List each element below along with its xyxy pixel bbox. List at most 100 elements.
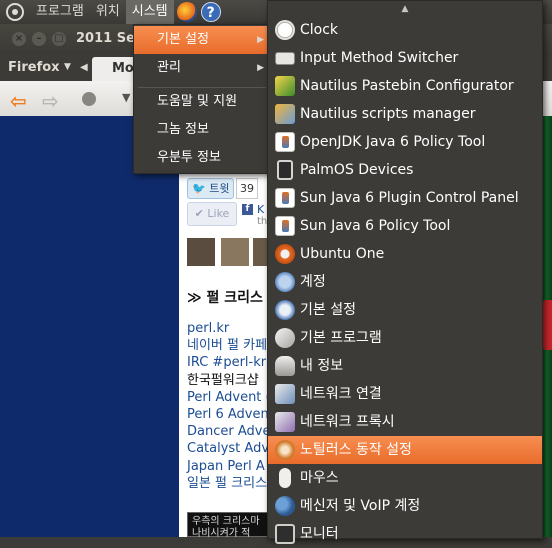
like-button[interactable]: ✔ Like: [187, 202, 237, 226]
avatar[interactable]: [187, 238, 215, 266]
note-box: 우측의 크리스마 나비시켜가 적: [187, 512, 269, 539]
submenu-item-input-method[interactable]: Input Method Switcher: [268, 44, 542, 72]
submenu-item-label: PalmOS Devices: [300, 162, 414, 178]
submenu-item-ubuntu-one[interactable]: Ubuntu One: [268, 240, 542, 268]
ubuntu-logo-icon[interactable]: [6, 3, 24, 21]
menu-item-about-ubuntu[interactable]: 우분투 정보: [134, 144, 270, 172]
network-connections-icon: [275, 384, 295, 404]
panel-menu-applications[interactable]: 프로그램: [30, 0, 90, 24]
tab-scroll-left-icon[interactable]: ◀: [76, 58, 92, 77]
submenu-item-nautilus-actions[interactable]: 노틸러스 동작 설정: [268, 436, 542, 464]
submenu-item-preferences[interactable]: 기본 설정: [268, 296, 542, 324]
submenu-item-mouse[interactable]: 마우스: [268, 464, 542, 492]
menu-item-administration[interactable]: 관리 ▶: [134, 54, 270, 82]
facebook-name-fragment[interactable]: K: [257, 203, 264, 216]
submenu-item-label: Clock: [300, 22, 339, 38]
submenu-item-label: 계정: [300, 274, 326, 290]
nautilus-actions-icon: [275, 440, 295, 460]
avatar[interactable]: [221, 238, 249, 266]
submenu-item-messenger-voip[interactable]: 메신저 및 VoIP 계정: [268, 492, 542, 520]
firefox-app-menu[interactable]: Firefox: [4, 58, 64, 77]
java-icon: [275, 132, 295, 152]
list-item[interactable]: Catalyst Adv: [187, 440, 271, 457]
submenu-item-label: 노틸러스 동작 설정: [300, 442, 412, 458]
ubuntu-one-icon: [275, 244, 295, 264]
submenu-arrow-icon: ▶: [257, 35, 264, 45]
like-label: Like: [207, 207, 230, 220]
menu-item-label: 관리: [157, 60, 181, 75]
panel-menu-system[interactable]: 시스템: [125, 0, 174, 24]
list-item[interactable]: 일본 펄 크리스: [187, 475, 271, 492]
about-me-icon: [275, 356, 295, 376]
submenu-item-label: 네트워크 프록시: [300, 414, 395, 430]
submenu-item-pastebin[interactable]: Nautilus Pastebin Configurator: [268, 72, 542, 100]
submenu-item-label: 기본 프로그램: [300, 330, 382, 346]
network-proxy-icon: [275, 412, 295, 432]
submenu-item-palmos[interactable]: PalmOS Devices: [268, 156, 542, 184]
maximize-window-icon[interactable]: □: [52, 32, 66, 46]
submenu-item-monitor[interactable]: 모니터: [268, 520, 542, 548]
java-icon: [275, 188, 295, 208]
submenu-item-java-policy[interactable]: Sun Java 6 Policy Tool: [268, 212, 542, 240]
submenu-item-label: 메신저 및 VoIP 계정: [300, 498, 421, 514]
list-item[interactable]: 네이버 펄 카페: [187, 337, 271, 354]
scroll-up-arrow-icon[interactable]: ▲: [268, 1, 542, 17]
submenu-item-label: 기본 설정: [300, 302, 356, 318]
help-launcher-icon[interactable]: ?: [200, 2, 221, 22]
minimize-window-icon[interactable]: –: [32, 32, 46, 46]
menu-item-label: 도움말 및 지원: [157, 94, 238, 109]
pastebin-icon: [275, 76, 295, 96]
tab-title: Mo: [112, 61, 134, 76]
submenu-item-accounts[interactable]: 계정: [268, 268, 542, 296]
panel-menu-places[interactable]: 위치: [90, 0, 126, 24]
submenu-item-java-plugin[interactable]: Sun Java 6 Plugin Control Panel: [268, 184, 542, 212]
submenu-item-default-apps[interactable]: 기본 프로그램: [268, 324, 542, 352]
palm-device-icon: [277, 160, 293, 180]
submenu-item-openjdk-policy[interactable]: OpenJDK Java 6 Policy Tool: [268, 128, 542, 156]
tweet-button[interactable]: 🐦 트윗: [187, 178, 235, 199]
submenu-item-label: OpenJDK Java 6 Policy Tool: [300, 134, 486, 150]
menu-item-label: 우분투 정보: [157, 150, 221, 165]
submenu-item-label: Sun Java 6 Plugin Control Panel: [300, 190, 519, 206]
submenu-arrow-icon: ▶: [257, 63, 264, 73]
list-item[interactable]: Japan Perl A: [187, 458, 271, 475]
submenu-item-label: 마우스: [300, 470, 339, 486]
submenu-item-clock[interactable]: Clock: [268, 16, 542, 44]
list-item[interactable]: Dancer Adve: [187, 423, 271, 440]
submenu-item-scripts-manager[interactable]: Nautilus scripts manager: [268, 100, 542, 128]
default-apps-icon: [275, 328, 295, 348]
list-item[interactable]: 한국펄워크샵: [187, 372, 271, 389]
submenu-item-label: 네트워크 연결: [300, 386, 382, 402]
submenu-item-about-me[interactable]: 내 정보: [268, 352, 542, 380]
firefox-menu-chevron-icon[interactable]: ▼: [60, 58, 75, 77]
preferences-icon: [275, 300, 295, 320]
clock-icon: [275, 20, 295, 40]
list-item[interactable]: Perl Advent (: [187, 389, 271, 406]
menu-item-help[interactable]: 도움말 및 지원: [134, 88, 270, 116]
browser-tab[interactable]: Mo: [92, 57, 136, 81]
forward-arrow-icon[interactable]: ⇨: [42, 89, 59, 113]
extension-icon[interactable]: [82, 92, 96, 106]
monitor-icon: [275, 524, 295, 544]
messenger-icon: [275, 496, 295, 516]
submenu-item-label: Input Method Switcher: [300, 50, 459, 66]
back-arrow-icon[interactable]: ⇦: [10, 89, 27, 113]
menu-item-about-gnome[interactable]: 그놈 정보: [134, 116, 270, 144]
list-item[interactable]: perl.kr: [187, 320, 271, 337]
submenu-item-label: 내 정보: [300, 358, 344, 374]
preferences-submenu: ▲ Clock Input Method Switcher Nautilus P…: [267, 0, 543, 544]
firefox-launcher-icon[interactable]: [176, 2, 197, 22]
dropdown-arrow-icon[interactable]: ▼: [122, 91, 130, 104]
keyboard-icon: [275, 52, 295, 65]
submenu-item-network-proxy[interactable]: 네트워크 프록시: [268, 408, 542, 436]
submenu-item-network-connections[interactable]: 네트워크 연결: [268, 380, 542, 408]
scripts-icon: [275, 104, 295, 124]
menu-item-label: 그놈 정보: [157, 122, 209, 137]
close-window-icon[interactable]: ×: [12, 32, 26, 46]
submenu-item-label: Nautilus Pastebin Configurator: [300, 78, 514, 94]
menu-item-preferences[interactable]: 기본 설정 ▶: [134, 26, 270, 54]
list-item[interactable]: Perl 6 Adven: [187, 406, 271, 423]
menu-item-label: 기본 설정: [157, 32, 209, 47]
java-icon: [275, 216, 295, 236]
list-item[interactable]: IRC #perl-kr: [187, 354, 271, 371]
